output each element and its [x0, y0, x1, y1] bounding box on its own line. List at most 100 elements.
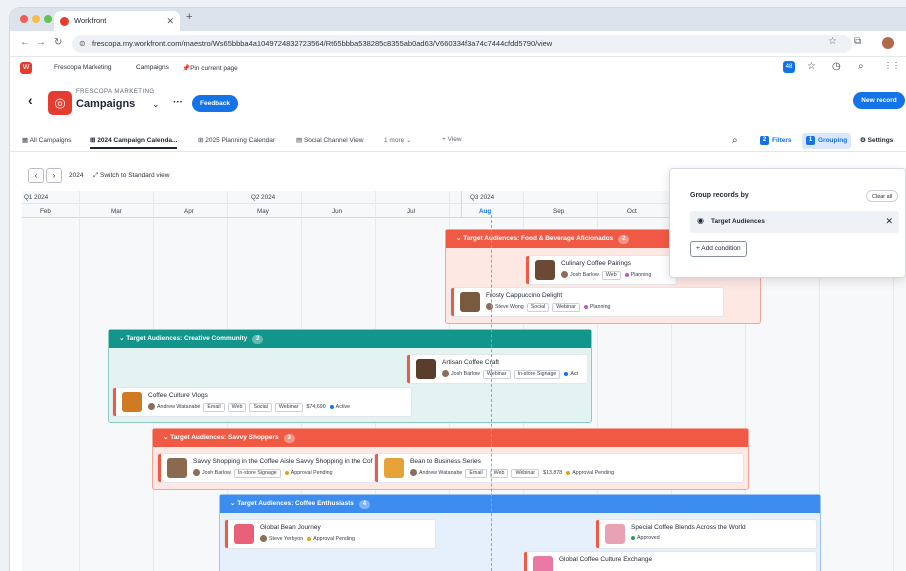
filters-button[interactable]: 2 Filters: [756, 133, 796, 149]
group-condition-row[interactable]: ◉ Target Audiences ✕: [690, 211, 899, 233]
plus-circle-icon: +: [696, 245, 700, 252]
record-card[interactable]: Bean to Business Series Andrew Watanabe E…: [375, 454, 743, 482]
record-thumbnail: [384, 458, 404, 478]
campaigns-link[interactable]: Campaigns: [136, 64, 169, 71]
record-card[interactable]: Savvy Shopping in the Coffee Aisle Savvy…: [158, 454, 374, 482]
owner-name: Josh Barlow: [570, 272, 599, 278]
month-label: Apr: [184, 208, 194, 215]
group-header[interactable]: ⌄ Target Audiences: Coffee Enthusiasts 4: [220, 495, 820, 513]
timeline-icon: ⊞: [90, 137, 96, 144]
grouping-panel: Group records by Clear all ◉ Target Audi…: [669, 168, 906, 278]
favorites-star-icon[interactable]: ☆: [807, 61, 816, 72]
channel-tag: Webinar: [511, 469, 540, 478]
back-chevron-icon[interactable]: ‹: [28, 92, 33, 108]
gear-icon: ⚙: [860, 137, 866, 144]
profile-avatar[interactable]: [882, 37, 894, 49]
maximize-window-icon[interactable]: [44, 15, 52, 23]
site-info-icon[interactable]: ⊜: [79, 35, 86, 53]
group-header[interactable]: ⌄ Target Audiences: Creative Community 2: [109, 330, 591, 348]
record-card[interactable]: Global Coffee Culture Exchange: [524, 552, 816, 571]
pin-icon: 📌: [182, 65, 191, 72]
grouping-title: Group records by: [690, 192, 749, 199]
add-condition-button[interactable]: + Add condition: [690, 241, 747, 257]
owner-name: Andrew Watanabe: [157, 404, 201, 410]
tab-2024-campaign-calendar[interactable]: ⊞ 2024 Campaign Calenda...: [90, 136, 178, 149]
switch-view-link[interactable]: ⤢ Switch to Standard view: [93, 172, 169, 180]
record-thumbnail: [535, 260, 555, 280]
pin-label: Pin current page: [190, 65, 238, 72]
url-text: frescopa.my.workfront.com/maestro/Ws65bb…: [92, 39, 553, 48]
tab-all-campaigns[interactable]: ▦ All Campaigns: [22, 136, 72, 144]
browser-tab-bar: Workfront ✕ +: [10, 8, 906, 31]
add-view-button[interactable]: + View: [442, 136, 462, 143]
page-org-label: FRESCOPA MARKETING: [76, 89, 155, 95]
search-icon[interactable]: ⌕: [858, 61, 864, 72]
tab-more-views[interactable]: 1 more ⌄: [384, 136, 411, 144]
workspace-link[interactable]: Frescopa Marketing: [54, 64, 111, 71]
close-window-icon[interactable]: [20, 15, 28, 23]
status-badge: Approved: [637, 535, 660, 541]
quarter-divider: [461, 191, 462, 217]
reload-icon[interactable]: ↻: [54, 37, 62, 48]
month-label: May: [257, 208, 269, 215]
status-dot-icon: [307, 536, 312, 541]
record-card[interactable]: Special Coffee Blends Across the World A…: [596, 520, 816, 548]
timeline-icon: ⊞: [198, 137, 204, 144]
remove-condition-icon[interactable]: ✕: [885, 216, 893, 227]
record-card[interactable]: Global Bean Journey Steve Yerbyon Approva…: [225, 520, 435, 548]
minimize-window-icon[interactable]: [32, 15, 40, 23]
month-label: Jul: [407, 208, 416, 215]
settings-button[interactable]: ⚙ Settings: [856, 133, 897, 149]
clear-all-button[interactable]: Clear all: [866, 190, 899, 202]
tab-close-icon[interactable]: ✕: [166, 11, 174, 31]
owner-name: Josh Barlow: [202, 470, 231, 476]
browser-tab[interactable]: Workfront ✕: [54, 11, 180, 31]
month-label: Sep: [553, 208, 565, 215]
new-record-button[interactable]: New record: [853, 92, 905, 109]
record-thumbnail: [122, 392, 142, 412]
group-label: Target Audiences: Food & Beverage Aficio…: [463, 235, 614, 242]
record-card[interactable]: Coffee Culture Vlogs Andrew Watanabe Emai…: [113, 388, 411, 416]
new-tab-icon[interactable]: +: [186, 11, 192, 23]
quarter-label: Q3 2024: [470, 194, 495, 201]
browser-window: Workfront ✕ + ← → ↻ ⊜ frescopa.my.workfro…: [10, 8, 906, 571]
channel-tag: Web: [489, 469, 509, 478]
month-label: Jun: [332, 208, 343, 215]
forward-arrow-icon[interactable]: →: [36, 37, 46, 48]
next-period-button[interactable]: ›: [46, 168, 62, 183]
prev-period-button[interactable]: ‹: [28, 168, 44, 183]
pin-page-button[interactable]: 📌Pin current page: [182, 64, 238, 72]
workfront-favicon-icon: [60, 17, 69, 26]
owner-avatar: [260, 535, 267, 542]
record-card[interactable]: Artisan Coffee Craft Josh Barlow Webinar I…: [407, 355, 587, 383]
recents-clock-icon[interactable]: ◷: [832, 61, 841, 72]
channel-tag: Web: [227, 403, 247, 412]
workfront-logo-icon[interactable]: W: [20, 62, 32, 74]
channel-tag: Webinar: [552, 303, 580, 312]
notifications-badge[interactable]: 48: [783, 61, 795, 73]
url-input[interactable]: ⊜ frescopa.my.workfront.com/maestro/Ws65b…: [72, 35, 852, 53]
status-dot-icon: [583, 304, 588, 309]
channel-tag: In-store Signage: [513, 370, 561, 379]
extensions-icon[interactable]: ⧉: [854, 36, 861, 47]
feedback-button[interactable]: Feedback: [192, 95, 238, 112]
tab-2025-planning-calendar[interactable]: ⊞ 2025 Planning Calendar: [198, 136, 275, 144]
grouping-button[interactable]: 1 Grouping: [802, 133, 852, 149]
record-thumbnail: [460, 292, 480, 312]
page-header: ‹ ◎ FRESCOPA MARKETING Campaigns ⌄ ··· F…: [10, 88, 906, 122]
title-chevron-down-icon[interactable]: ⌄: [152, 99, 160, 110]
status-badge: Approval Pending: [313, 535, 355, 542]
view-tabs-bar: ▦ All Campaigns ⊞ 2024 Campaign Calenda.…: [10, 130, 906, 152]
record-card[interactable]: Culinary Coffee Pairings Josh Barlow Web P…: [526, 256, 676, 284]
more-options-icon[interactable]: ···: [173, 97, 183, 108]
app-grid-icon[interactable]: ⋮⋮: [884, 61, 900, 70]
group-header[interactable]: ⌄ Target Audiences: Savvy Shoppers 3: [153, 429, 748, 447]
grouping-count: 1: [806, 135, 815, 145]
view-search-icon[interactable]: ⌕: [728, 133, 742, 149]
tab-social-channel-view[interactable]: ▤ Social Channel View: [296, 136, 363, 144]
record-meta: Josh Barlow Web Planning: [561, 271, 651, 280]
group-label: Target Audiences: Savvy Shoppers: [170, 434, 279, 441]
bookmark-star-icon[interactable]: ☆: [828, 36, 837, 47]
back-arrow-icon[interactable]: ←: [20, 37, 30, 48]
status-dot-icon: [284, 470, 289, 475]
